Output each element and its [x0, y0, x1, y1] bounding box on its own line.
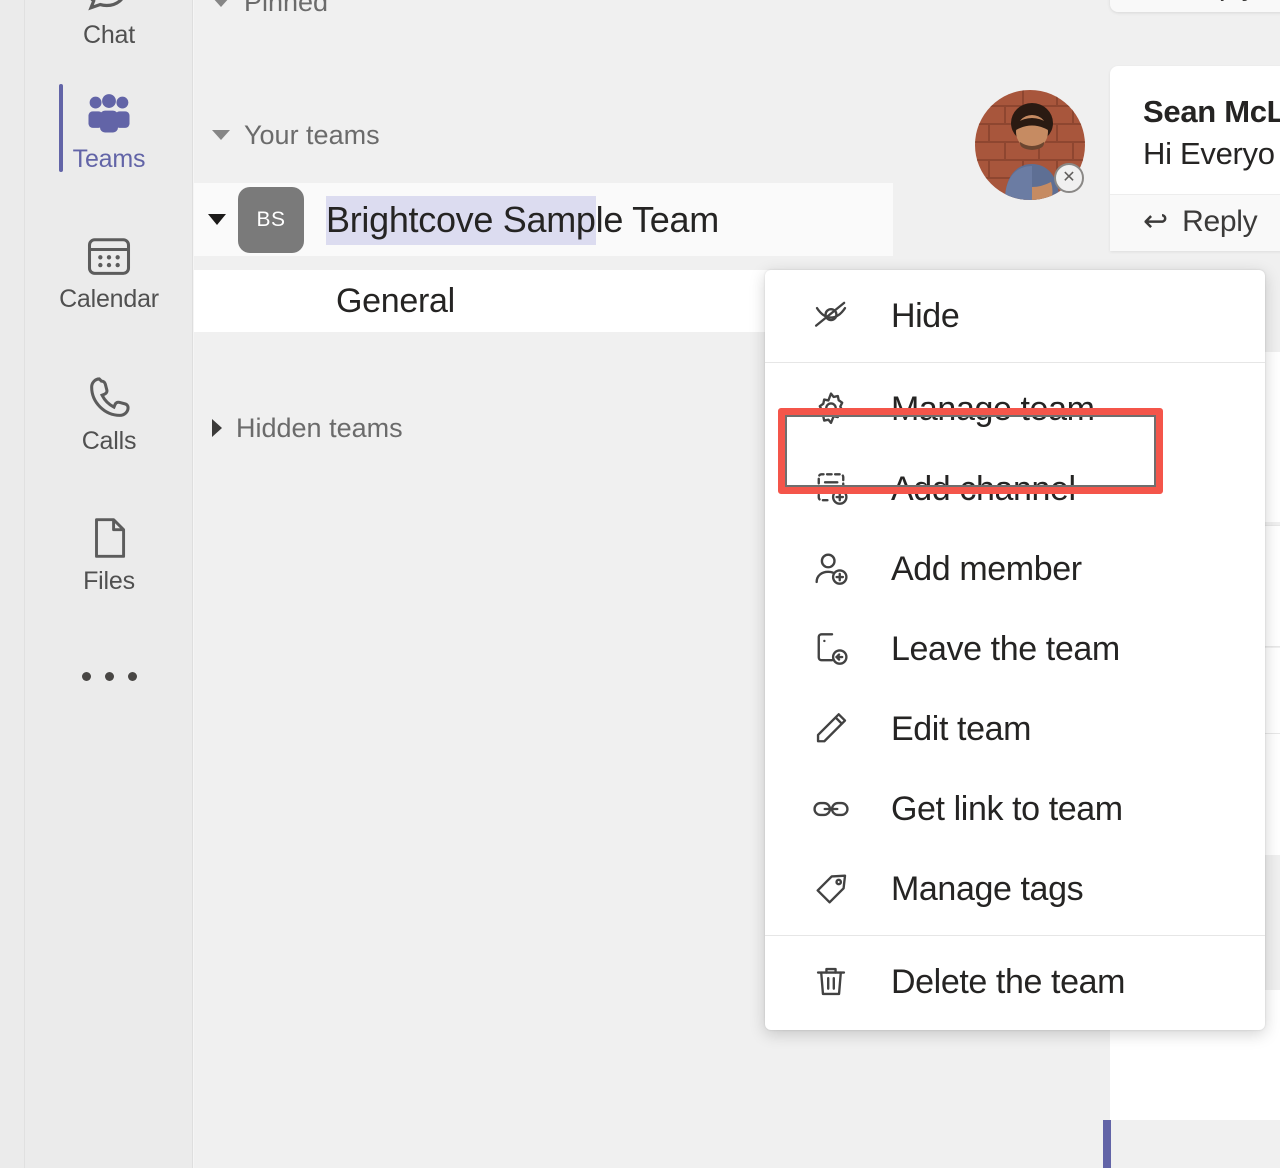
your-teams-section-header[interactable]: Your teams: [194, 115, 893, 155]
team-name: Brightcove Sample Team: [326, 195, 720, 245]
menu-item-leave-the-team[interactable]: Leave the team: [765, 609, 1265, 689]
message-card[interactable]: Sean McL Hi Everyo ↩ Reply: [1110, 66, 1280, 251]
reply-button[interactable]: ↩ Reply: [1110, 194, 1280, 251]
eye-hidden-icon: [809, 294, 853, 338]
sidebar-item-label: Calendar: [59, 285, 159, 313]
menu-item-label: Edit team: [891, 709, 1032, 748]
reply-label: Reply: [1181, 0, 1257, 3]
menu-item-label: Delete the team: [891, 962, 1126, 1001]
reply-button-top[interactable]: ↩ Reply: [1110, 0, 1280, 12]
team-row-brightcove-sample-team[interactable]: BS Brightcove Sample Team: [194, 183, 893, 256]
menu-item-add-channel[interactable]: Add channel: [765, 449, 1265, 529]
reply-arrow-icon: ↩: [1143, 205, 1169, 238]
menu-item-hide[interactable]: Hide: [765, 276, 1265, 356]
reply-label: Reply: [1182, 205, 1258, 238]
sidebar-item-label: Chat: [82, 20, 135, 49]
sidebar-item-calls[interactable]: Calls: [25, 370, 193, 454]
files-icon: [84, 510, 134, 565]
chevron-right-icon: [212, 419, 222, 437]
menu-item-label: Add channel: [891, 469, 1076, 508]
menu-item-label: Leave the team: [891, 629, 1120, 668]
sidebar-item-label: Teams: [72, 145, 146, 173]
calendar-icon: [83, 228, 135, 283]
chevron-down-icon: [212, 0, 230, 7]
chat-icon: [82, 0, 136, 19]
team-avatar: BS: [238, 186, 304, 253]
chevron-down-icon: [212, 130, 230, 140]
menu-item-label: Add member: [891, 549, 1082, 588]
sidebar-item-calendar[interactable]: Calendar: [25, 228, 193, 312]
sidebar-item-label: Calls: [81, 427, 137, 455]
menu-item-edit-team[interactable]: Edit team: [765, 689, 1265, 769]
sidebar-item-files[interactable]: Files: [25, 510, 193, 594]
team-name-rest-text: le Team: [595, 198, 720, 240]
tag-icon: [809, 867, 853, 911]
gear-icon: [809, 387, 853, 431]
menu-item-label: Get link to team: [891, 789, 1123, 828]
menu-item-manage-team[interactable]: Manage team: [765, 369, 1265, 449]
teams-app-window: Chat Teams Calendar Calls Files Pinned Y…: [0, 0, 1280, 1168]
channel-name: General: [336, 281, 455, 320]
trash-icon: [809, 960, 853, 1004]
add-channel-icon: [809, 467, 853, 511]
team-context-menu: Hide Manage team Add channel Add member …: [765, 270, 1265, 1030]
message-fragment: a: [1110, 1030, 1280, 1120]
dot: [127, 672, 137, 681]
menu-item-label: Hide: [891, 296, 960, 335]
app-rail: Chat Teams Calendar Calls Files: [25, 0, 193, 1168]
section-label: Hidden teams: [236, 412, 403, 443]
menu-item-delete-the-team[interactable]: Delete the team: [765, 942, 1265, 1022]
dot: [81, 672, 91, 681]
composer-accent-bar: [1103, 1120, 1111, 1168]
divider: [765, 935, 1265, 936]
message-text: Hi Everyo: [1143, 136, 1275, 171]
pinned-section-header[interactable]: Pinned: [194, 0, 893, 22]
menu-item-add-member[interactable]: Add member: [765, 529, 1265, 609]
add-member-icon: [809, 547, 853, 591]
menu-item-label: Manage tags: [891, 869, 1084, 908]
fragment-text: a: [1110, 1030, 1280, 1060]
reply-arrow-icon: ↩: [1142, 0, 1167, 1]
message-author: Sean McL: [1143, 94, 1280, 129]
more-options-icon[interactable]: [25, 672, 193, 681]
calls-icon: [83, 370, 135, 425]
section-label: Your teams: [244, 119, 380, 150]
menu-item-label: Manage team: [891, 389, 1095, 428]
dot: [104, 672, 114, 681]
app-rail-edge: [0, 0, 25, 1168]
sidebar-item-label: Files: [83, 567, 135, 595]
link-icon: [809, 787, 853, 831]
sidebar-item-teams[interactable]: Teams: [25, 88, 193, 172]
divider: [765, 362, 1265, 363]
leave-team-icon: [809, 627, 853, 671]
sidebar-item-chat[interactable]: Chat: [25, 0, 193, 47]
chevron-down-icon[interactable]: [208, 214, 226, 225]
menu-item-manage-tags[interactable]: Manage tags: [765, 849, 1265, 929]
pencil-icon: [809, 707, 853, 751]
menu-item-get-link-to-team[interactable]: Get link to team: [765, 769, 1265, 849]
teams-icon: [80, 88, 138, 143]
team-name-selected-text: Brightcove Samp: [326, 195, 596, 245]
section-label: Pinned: [244, 0, 329, 17]
status-offline-icon: ✕: [1054, 163, 1084, 193]
